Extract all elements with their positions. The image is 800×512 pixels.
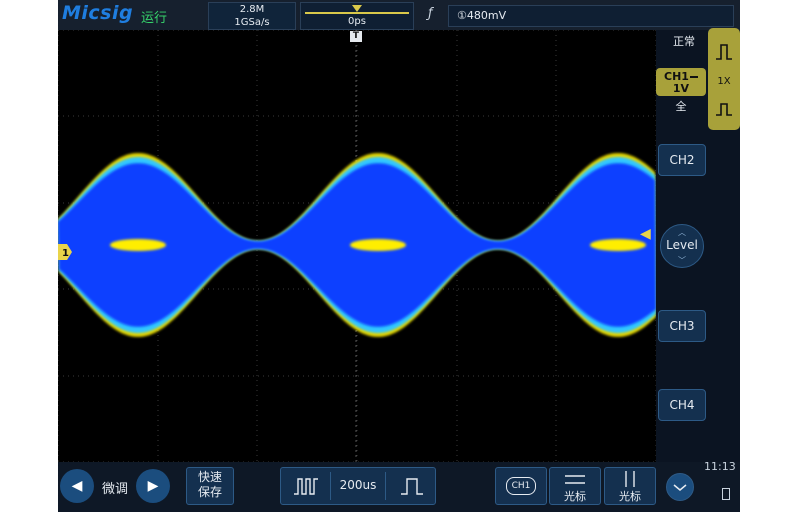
- trigger-marker[interactable]: T: [350, 31, 362, 42]
- vertical-cursor-icon: [625, 471, 635, 487]
- timebase-value: 200us: [339, 478, 377, 492]
- envelope-node: [350, 239, 406, 251]
- ch1-marker-label: 1: [62, 248, 69, 259]
- quick-save-line1: 快速: [197, 470, 222, 484]
- dc-coupling-icon: [690, 76, 698, 78]
- level-label: Level: [666, 238, 698, 252]
- pulse-high-icon: [716, 44, 732, 60]
- memory-depth: 2.8M: [239, 4, 265, 15]
- rising-edge-icon[interactable]: ƒ: [428, 6, 433, 21]
- clock: 11:13: [704, 460, 736, 473]
- trigger-level-value: ①480mV: [457, 9, 507, 22]
- brand-logo: Micsig: [62, 2, 134, 24]
- fine-left-button[interactable]: ◀: [60, 469, 94, 503]
- quick-save-button[interactable]: 快速 保存: [186, 467, 234, 505]
- fine-tune-label: 微调: [102, 482, 129, 497]
- quick-save-line2: 保存: [197, 485, 222, 499]
- top-status-bar: Micsig 运行 2.8M 1GSa/s 0ps ƒ ①480mV: [58, 0, 740, 30]
- timebase-wide-icon[interactable]: [399, 476, 425, 496]
- arrow-right-icon: ▶: [147, 478, 159, 494]
- horizontal-position[interactable]: 0ps: [300, 2, 414, 30]
- more-menu-button[interactable]: [666, 473, 694, 501]
- waveform-display[interactable]: [58, 30, 656, 462]
- channel-chip: CH1: [506, 477, 536, 495]
- chevron-down-icon: [673, 484, 687, 491]
- chevron-down-icon: ﹀: [678, 256, 686, 265]
- envelope-node: [590, 239, 646, 251]
- battery-icon: [722, 488, 730, 500]
- trigger-level-arrow-icon: ◀: [640, 226, 651, 242]
- cursor-v-label: 光标: [619, 490, 641, 503]
- ch3-button[interactable]: CH3: [658, 310, 706, 342]
- horizontal-cursor-icon: [565, 475, 585, 484]
- vertical-cursor-button[interactable]: 光标: [604, 467, 656, 505]
- signal-envelope: [58, 153, 656, 337]
- ch4-button[interactable]: CH4: [658, 389, 706, 421]
- fine-right-button[interactable]: ▶: [136, 469, 170, 503]
- ch1-button[interactable]: CH1 1V: [656, 68, 706, 96]
- horizontal-cursor-button[interactable]: 光标: [549, 467, 601, 505]
- timebase-control[interactable]: 200us: [280, 467, 436, 505]
- ch1-bandwidth: 全: [675, 100, 687, 113]
- envelope-node: [110, 239, 166, 251]
- timebase-narrow-icon[interactable]: [293, 476, 319, 496]
- channel-select-button[interactable]: CH1: [495, 467, 547, 505]
- trigger-status: 正常: [673, 35, 695, 48]
- oscilloscope-screen: Micsig 运行 2.8M 1GSa/s 0ps ƒ ①480mV T 1 ◀…: [58, 0, 740, 512]
- level-knob[interactable]: ︿ Level ﹀: [660, 224, 704, 268]
- acquisition-info[interactable]: 2.8M 1GSa/s: [208, 2, 296, 30]
- ch1-scale: 1V: [672, 82, 690, 95]
- ch1-offset-marker[interactable]: 1: [58, 244, 72, 260]
- divider: [385, 472, 386, 500]
- probe-ratio: 1X: [717, 76, 731, 87]
- cursor-h-label: 光标: [564, 490, 586, 503]
- position-bar: [305, 12, 409, 14]
- run-state[interactable]: 运行: [141, 7, 167, 26]
- probe-panel[interactable]: 1X: [708, 28, 740, 130]
- chevron-up-icon: ︿: [678, 228, 686, 237]
- pulse-low-icon: [716, 103, 732, 116]
- trigger-level-box[interactable]: ①480mV: [448, 5, 734, 27]
- waveform-svg: [58, 30, 656, 462]
- arrow-left-icon: ◀: [71, 478, 83, 494]
- ch2-button[interactable]: CH2: [658, 144, 706, 176]
- sample-rate: 1GSa/s: [234, 17, 270, 28]
- trigger-position-value: 0ps: [348, 16, 366, 27]
- position-indicator: [352, 5, 362, 12]
